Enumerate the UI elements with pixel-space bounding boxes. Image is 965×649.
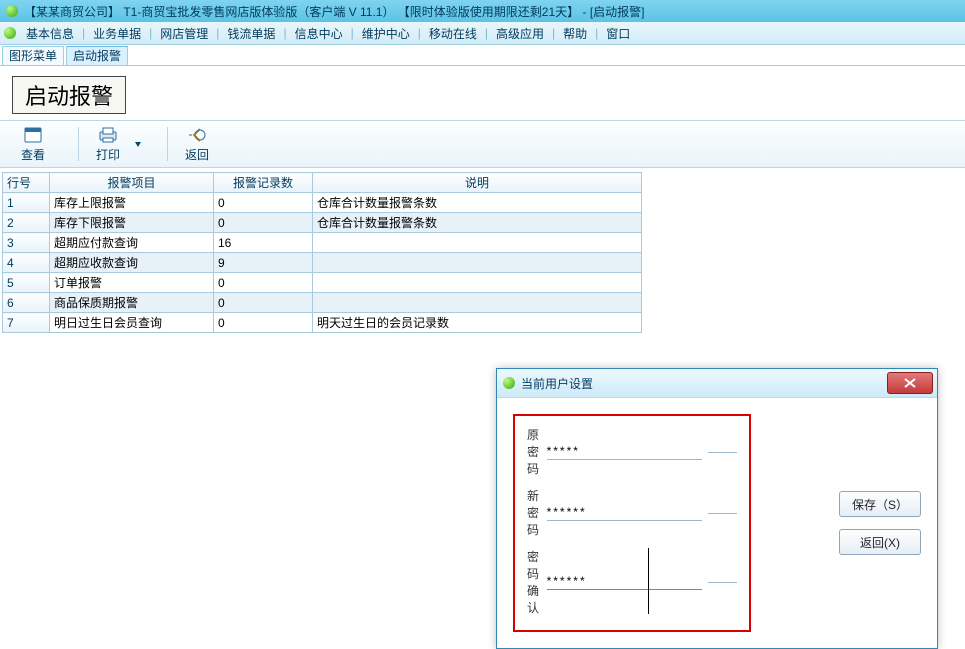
password-form: 原密码 新密码 密码确认 bbox=[513, 414, 751, 632]
menu-info[interactable]: 信息中心 bbox=[291, 25, 347, 42]
new-password-label: 新密码 bbox=[527, 487, 547, 538]
user-settings-dialog: 当前用户设置 原密码 新密码 密码确认 保存（S） bbox=[496, 368, 938, 649]
menu-shop[interactable]: 网店管理 bbox=[156, 25, 212, 42]
confirm-password-label: 密码确认 bbox=[527, 548, 547, 616]
table-row[interactable]: 7明日过生日会员查询0明天过生日的会员记录数 bbox=[3, 313, 642, 333]
menu-help[interactable]: 帮助 bbox=[559, 25, 591, 42]
menu-cash[interactable]: 钱流单据 bbox=[223, 25, 279, 42]
menu-mobile[interactable]: 移动在线 bbox=[425, 25, 481, 42]
row-no: 4 bbox=[3, 253, 50, 273]
app-icon bbox=[6, 5, 18, 17]
row-no: 3 bbox=[3, 233, 50, 253]
cell-count[interactable]: 0 bbox=[214, 313, 313, 333]
view-label: 查看 bbox=[21, 146, 45, 163]
cell-desc[interactable]: 仓库合计数量报警条数 bbox=[313, 193, 642, 213]
cell-desc[interactable] bbox=[313, 293, 642, 313]
table-row[interactable]: 1库存上限报警0仓库合计数量报警条数 bbox=[3, 193, 642, 213]
cell-item[interactable]: 库存上限报警 bbox=[50, 193, 214, 213]
return-button[interactable]: 返回(X) bbox=[839, 529, 921, 555]
cell-item[interactable]: 库存下限报警 bbox=[50, 213, 214, 233]
menu-window[interactable]: 窗口 bbox=[602, 25, 634, 42]
col-rowno[interactable]: 行号 bbox=[3, 173, 50, 193]
col-count[interactable]: 报警记录数 bbox=[214, 173, 313, 193]
page-body: 启动报警 查看 打印 返回 行号 报警项目 报警记录数 说明 bbox=[0, 66, 965, 333]
cell-item[interactable]: 超期应付款查询 bbox=[50, 233, 214, 253]
table-row[interactable]: 4超期应收款查询9 bbox=[3, 253, 642, 273]
col-item[interactable]: 报警项目 bbox=[50, 173, 214, 193]
table-row[interactable]: 3超期应付款查询16 bbox=[3, 233, 642, 253]
tabbar: 图形菜单 启动报警 bbox=[0, 45, 965, 66]
old-password-input[interactable] bbox=[547, 444, 702, 460]
cell-count[interactable]: 16 bbox=[214, 233, 313, 253]
print-dropdown-arrow[interactable] bbox=[135, 142, 141, 147]
cell-desc[interactable] bbox=[313, 233, 642, 253]
table-row[interactable]: 5订单报警0 bbox=[3, 273, 642, 293]
row-no: 6 bbox=[3, 293, 50, 313]
menubar: 基本信息| 业务单据| 网店管理| 钱流单据| 信息中心| 维护中心| 移动在线… bbox=[0, 22, 965, 45]
dialog-icon bbox=[503, 377, 515, 389]
print-button[interactable]: 打印 bbox=[85, 124, 131, 164]
view-icon bbox=[23, 126, 43, 144]
back-label: 返回 bbox=[185, 146, 209, 163]
cell-count[interactable]: 0 bbox=[214, 213, 313, 233]
toolbar-separator bbox=[167, 127, 168, 161]
back-icon bbox=[186, 126, 208, 144]
new-password-input[interactable] bbox=[547, 505, 702, 521]
alarm-table: 行号 报警项目 报警记录数 说明 1库存上限报警0仓库合计数量报警条数2库存下限… bbox=[2, 172, 642, 333]
menu-adv[interactable]: 高级应用 bbox=[492, 25, 548, 42]
cell-desc[interactable] bbox=[313, 273, 642, 293]
row-no: 5 bbox=[3, 273, 50, 293]
col-desc[interactable]: 说明 bbox=[313, 173, 642, 193]
window-title: 【某某商贸公司】 T1-商贸宝批发零售网店版体验版（客户端 V 11.1） 【限… bbox=[24, 3, 645, 20]
cell-item[interactable]: 明日过生日会员查询 bbox=[50, 313, 214, 333]
cell-count[interactable]: 0 bbox=[214, 273, 313, 293]
dialog-close-button[interactable] bbox=[887, 372, 933, 394]
toolbar: 查看 打印 返回 bbox=[0, 120, 965, 168]
cell-desc[interactable]: 仓库合计数量报警条数 bbox=[313, 213, 642, 233]
dialog-titlebar[interactable]: 当前用户设置 bbox=[497, 369, 937, 398]
text-caret bbox=[648, 548, 649, 614]
row-no: 2 bbox=[3, 213, 50, 233]
tab-alarm[interactable]: 启动报警 bbox=[66, 46, 128, 65]
dialog-title: 当前用户设置 bbox=[521, 375, 593, 392]
toolbar-separator bbox=[78, 127, 79, 161]
cell-count[interactable]: 9 bbox=[214, 253, 313, 273]
table-row[interactable]: 6商品保质期报警0 bbox=[3, 293, 642, 313]
tab-graphic-menu[interactable]: 图形菜单 bbox=[2, 46, 64, 65]
back-button[interactable]: 返回 bbox=[174, 124, 220, 164]
old-password-label: 原密码 bbox=[527, 426, 547, 477]
cell-item[interactable]: 商品保质期报警 bbox=[50, 293, 214, 313]
menu-basic[interactable]: 基本信息 bbox=[22, 25, 78, 42]
cell-desc[interactable]: 明天过生日的会员记录数 bbox=[313, 313, 642, 333]
confirm-password-input[interactable] bbox=[547, 574, 702, 590]
menubar-icon bbox=[4, 27, 16, 39]
row-no: 1 bbox=[3, 193, 50, 213]
cell-item[interactable]: 订单报警 bbox=[50, 273, 214, 293]
window-titlebar: 【某某商贸公司】 T1-商贸宝批发零售网店版体验版（客户端 V 11.1） 【限… bbox=[0, 0, 965, 22]
menu-maint[interactable]: 维护中心 bbox=[358, 25, 414, 42]
close-icon bbox=[904, 378, 916, 388]
table-row[interactable]: 2库存下限报警0仓库合计数量报警条数 bbox=[3, 213, 642, 233]
cell-desc[interactable] bbox=[313, 253, 642, 273]
row-no: 7 bbox=[3, 313, 50, 333]
menu-biz[interactable]: 业务单据 bbox=[89, 25, 145, 42]
page-title: 启动报警 bbox=[12, 76, 126, 114]
cell-count[interactable]: 0 bbox=[214, 293, 313, 313]
view-button[interactable]: 查看 bbox=[10, 124, 56, 164]
print-label: 打印 bbox=[96, 146, 120, 163]
cell-item[interactable]: 超期应收款查询 bbox=[50, 253, 214, 273]
cell-count[interactable]: 0 bbox=[214, 193, 313, 213]
save-button[interactable]: 保存（S） bbox=[839, 491, 921, 517]
print-icon bbox=[97, 126, 119, 144]
